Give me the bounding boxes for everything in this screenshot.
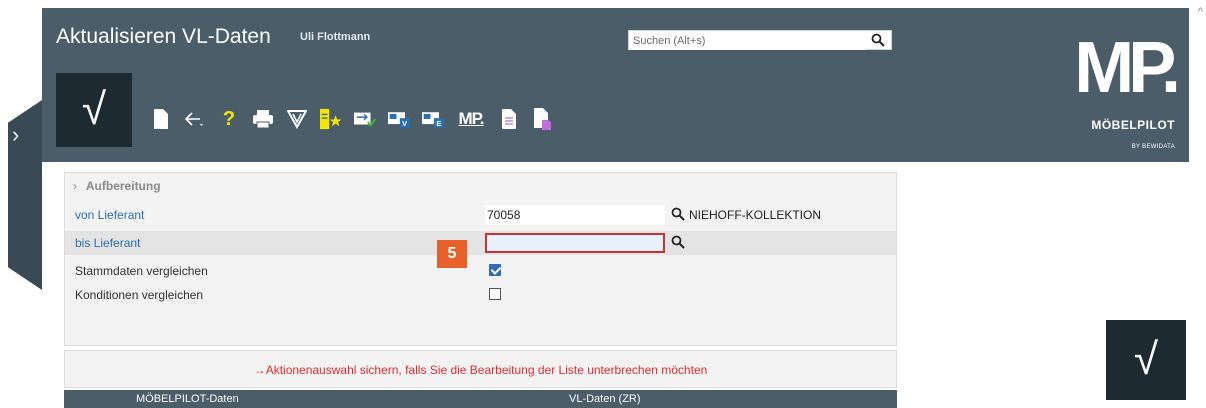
page: › Aktualisieren VL-Daten Uli Flottmann √…: [0, 0, 1206, 408]
page-title: Aktualisieren VL-Daten: [56, 25, 271, 48]
mp-icon[interactable]: MP.: [456, 106, 486, 132]
floating-confirm-button[interactable]: √: [1106, 320, 1186, 400]
user-name: Uli Flottmann: [300, 31, 371, 43]
new-document-icon[interactable]: [150, 106, 172, 132]
hand-document-icon[interactable]: [532, 106, 554, 132]
row-stammdaten: Stammdaten vergleichen: [65, 259, 896, 283]
von-lieferant-label[interactable]: von Lieferant: [75, 208, 144, 222]
brand-by: BY BEWIDATA: [1131, 144, 1175, 150]
sync-icon[interactable]: [354, 106, 376, 132]
side-panel-toggle[interactable]: ›: [8, 100, 42, 290]
row-konditionen: Konditionen vergleichen: [65, 283, 896, 307]
app-header: Aktualisieren VL-Daten Uli Flottmann √ ?: [42, 8, 1189, 162]
search-icon[interactable]: [671, 207, 685, 221]
stammdaten-label: Stammdaten vergleichen: [75, 264, 208, 278]
search-icon[interactable]: [871, 33, 885, 47]
konditionen-checkbox[interactable]: [489, 288, 501, 300]
von-lieferant-description: NIEHOFF-KOLLEKTION: [689, 208, 822, 222]
notice-panel: →Aktionenauswahl sichern, falls Sie die …: [64, 350, 897, 388]
brand-logo: MP. MÖBELPILOT BY BEWIDATA: [1065, 28, 1181, 158]
scroll-up-icon[interactable]: ^: [1198, 6, 1203, 18]
help-icon[interactable]: ?: [218, 106, 240, 132]
konditionen-label: Konditionen vergleichen: [75, 288, 204, 302]
notice-text[interactable]: →Aktionenauswahl sichern, falls Sie die …: [65, 363, 896, 377]
search-icon[interactable]: [671, 235, 685, 249]
document-icon[interactable]: [498, 106, 520, 132]
chevron-right-icon: ›: [12, 122, 20, 147]
step-badge: 5: [437, 240, 467, 268]
form-panel: › Aufbereitung von Lieferant NIEHOFF-KOL…: [64, 172, 897, 346]
von-lieferant-input[interactable]: [485, 205, 665, 225]
favorite-list-icon[interactable]: [320, 106, 342, 132]
section-title: Aufbereitung: [85, 179, 161, 193]
confirm-button[interactable]: √: [56, 73, 132, 147]
toolbar: ? V E MP.: [150, 104, 554, 134]
import-v-icon[interactable]: V: [388, 106, 410, 132]
stammdaten-checkbox[interactable]: [489, 264, 501, 276]
filter-icon[interactable]: [286, 106, 308, 132]
column-header-moebelpilot[interactable]: MÖBELPILOT-Daten: [136, 393, 239, 405]
brand-mark: MP.: [1074, 28, 1181, 108]
table-header: MÖBELPILOT-Daten VL-Daten (ZR): [64, 390, 897, 408]
section-header[interactable]: › Aufbereitung: [73, 179, 161, 193]
search-box: [628, 30, 892, 50]
svg-text:E: E: [436, 119, 441, 128]
row-von-lieferant: von Lieferant NIEHOFF-KOLLEKTION: [65, 203, 896, 227]
import-e-icon[interactable]: E: [422, 106, 444, 132]
brand-name: MÖBELPILOT: [1091, 118, 1175, 132]
column-header-vl-daten[interactable]: VL-Daten (ZR): [569, 393, 641, 405]
row-bis-lieferant: bis Lieferant: [65, 231, 896, 255]
bis-lieferant-label[interactable]: bis Lieferant: [75, 236, 140, 250]
back-icon[interactable]: [184, 106, 206, 132]
chevron-right-icon: ›: [73, 179, 77, 193]
bis-lieferant-input[interactable]: [485, 233, 665, 253]
left-strip: ›: [0, 0, 42, 408]
search-input[interactable]: [629, 32, 865, 50]
print-icon[interactable]: [252, 106, 274, 132]
